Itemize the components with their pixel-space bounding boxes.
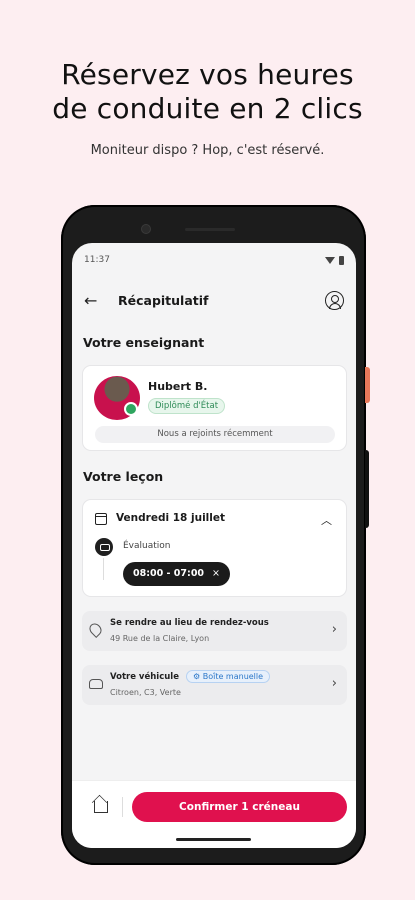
close-icon[interactable]: × (212, 562, 220, 586)
chevron-up-icon[interactable]: ︿ (321, 512, 332, 528)
calendar-icon (95, 513, 107, 525)
gearbox-label: Boîte manuelle (202, 672, 264, 681)
status-icons (325, 255, 344, 265)
app-screen: 11:37 ← Récapitulatif Votre enseignant H… (72, 243, 356, 848)
diploma-badge: Diplômé d'État (148, 398, 226, 414)
status-bar: 11:37 (72, 243, 356, 277)
lesson-type: Évaluation (123, 541, 171, 551)
time-slot-label: 08:00 - 07:00 (133, 568, 205, 579)
phone-side-button (365, 367, 370, 403)
phone-speaker (185, 228, 235, 231)
teacher-card[interactable]: Hubert B. Diplômé d'État Nous a rejoints… (82, 365, 347, 451)
confirm-button[interactable]: Confirmer 1 créneau (132, 792, 347, 822)
wifi-icon (325, 256, 335, 264)
vehicle-details: Citroen, C3, Verte (110, 688, 181, 697)
home-indicator (176, 838, 251, 841)
phone-volume-button (365, 450, 369, 528)
lesson-date: Vendredi 18 juillet (116, 512, 226, 524)
promo-tagline: Moniteur dispo ? Hop, c'est réservé. (90, 143, 325, 158)
status-time: 11:37 (84, 255, 110, 265)
bottom-action-bar: Confirmer 1 créneau (72, 780, 356, 848)
teacher-name: Hubert B. (148, 380, 208, 393)
promo-headline-line1: Réservez vos heures (61, 58, 354, 91)
profile-icon[interactable] (325, 290, 344, 310)
car-dot-icon (95, 538, 113, 556)
chevron-right-icon: › (331, 676, 337, 691)
meeting-point-row[interactable]: Se rendre au lieu de rendez-vous 49 Rue … (82, 611, 347, 651)
back-arrow-icon[interactable]: ← (84, 291, 108, 310)
page-title: Récapitulatif (118, 292, 209, 308)
meeting-address: 49 Rue de la Claire, Lyon (110, 634, 210, 643)
front-camera (141, 224, 151, 234)
teacher-section-title: Votre enseignant (83, 335, 205, 350)
car-icon (89, 679, 103, 689)
location-pin-icon (87, 621, 104, 638)
time-slot-chip[interactable]: 08:00 - 07:00 × (123, 562, 231, 586)
meeting-title: Se rendre au lieu de rendez-vous (110, 618, 269, 628)
lesson-section-title: Votre leçon (83, 469, 164, 484)
lesson-card: Vendredi 18 juillet ︿ Évaluation 08:00 -… (82, 499, 347, 597)
vehicle-title: Votre véhicule (110, 672, 179, 682)
joined-info: Nous a rejoints récemment (95, 426, 335, 443)
home-icon[interactable] (94, 801, 108, 813)
divider (122, 797, 123, 817)
battery-icon (339, 255, 344, 265)
timeline-line (103, 558, 104, 580)
vehicle-row[interactable]: Votre véhicule ⚙ Boîte manuelle Citroen,… (82, 665, 347, 705)
verified-badge-icon (124, 402, 138, 416)
chevron-right-icon: › (331, 622, 337, 637)
gearbox-badge: ⚙ Boîte manuelle (186, 670, 271, 683)
app-bar: ← Récapitulatif (72, 285, 356, 315)
promo-headline: Réservez vos heures de conduite en 2 cli… (0, 58, 415, 126)
promo-headline-line2: de conduite en 2 clics (52, 92, 363, 125)
